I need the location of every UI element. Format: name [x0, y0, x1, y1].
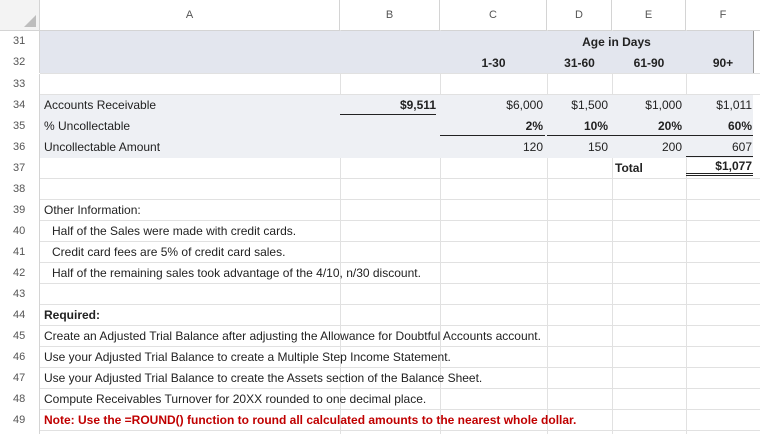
pct-31-60: 10% [547, 119, 612, 136]
amount-1-30: 120 [522, 140, 543, 154]
gridline [547, 30, 548, 434]
row-number[interactable]: 43 [0, 284, 40, 305]
column-header-bar: A B C D E F [0, 0, 760, 31]
required-line: Use your Adjusted Trial Balance to creat… [44, 350, 451, 364]
bucket-31-60: 31-60 [564, 56, 595, 70]
gridline [40, 262, 760, 263]
gridline [40, 73, 760, 74]
column-header-b[interactable]: B [340, 0, 440, 30]
rounding-note: Note: Use the =ROUND() function to round… [44, 413, 577, 427]
row-number[interactable]: 39 [0, 200, 40, 221]
receivable-61-90: $1,000 [645, 98, 682, 112]
row-number[interactable]: 36 [0, 137, 40, 158]
gridline [40, 409, 760, 410]
pct-90-plus: 60% [686, 119, 753, 136]
gridline [40, 178, 760, 179]
bucket-1-30: 1-30 [481, 56, 506, 70]
gridline [40, 304, 760, 305]
amount-61-90: 200 [661, 140, 682, 154]
receivable-total: $9,511 [340, 98, 436, 115]
uncollectable-pct-label: % Uncollectable [44, 119, 131, 133]
row-number[interactable]: 38 [0, 179, 40, 200]
other-info-line: Half of the remaining sales took advanta… [52, 266, 421, 280]
select-all-corner[interactable] [0, 0, 40, 30]
gridline [40, 346, 760, 347]
select-all-triangle-icon [24, 15, 36, 27]
row-number[interactable]: 48 [0, 389, 40, 410]
required-line: Compute Receivables Turnover for 20XX ro… [44, 392, 427, 406]
row-number[interactable]: 41 [0, 242, 40, 263]
row-number[interactable]: 34 [0, 95, 40, 116]
row-number[interactable]: 46 [0, 347, 40, 368]
gridline [40, 283, 760, 284]
gridline [686, 30, 687, 434]
row-number[interactable]: 31 [0, 31, 40, 52]
bucket-61-90: 61-90 [633, 56, 665, 70]
required-title: Required: [44, 308, 101, 322]
spreadsheet: A B C D E F 31 32 33 34 35 36 37 38 39 4… [0, 0, 760, 434]
other-info-line: Half of the Sales were made with credit … [52, 224, 297, 238]
row-number[interactable]: 37 [0, 158, 40, 179]
row-number[interactable]: 35 [0, 116, 40, 137]
gridline [40, 430, 760, 431]
receivable-label: Accounts Receivable [44, 98, 157, 112]
required-line: Create an Adjusted Trial Balance after a… [44, 329, 541, 343]
row-number[interactable]: 47 [0, 368, 40, 389]
column-header-d[interactable]: D [547, 0, 612, 30]
other-info-title: Other Information: [44, 203, 141, 217]
total-value: $1,077 [686, 159, 753, 176]
gridline [40, 199, 760, 200]
column-header-c[interactable]: C [440, 0, 547, 30]
age-in-days-title: Age in Days [582, 35, 651, 49]
amount-90-plus: 607 [686, 140, 753, 157]
row-number[interactable]: 32 [0, 52, 40, 73]
row-number[interactable]: 44 [0, 305, 40, 326]
pct-61-90: 20% [612, 119, 686, 136]
other-info-line: Credit card fees are 5% of credit card s… [52, 245, 286, 259]
gridline [40, 94, 760, 95]
gridline [40, 367, 760, 368]
row-number[interactable]: 40 [0, 221, 40, 242]
bucket-90-plus: 90+ [712, 56, 734, 70]
uncollectable-amount-label: Uncollectable Amount [44, 140, 161, 154]
row-number[interactable]: 33 [0, 74, 40, 95]
receivable-90-plus: $1,011 [716, 98, 752, 112]
receivable-31-60: $1,500 [571, 98, 608, 112]
pct-1-30: 2% [440, 119, 545, 136]
gridline [40, 220, 760, 221]
required-line: Use your Adjusted Trial Balance to creat… [44, 371, 483, 385]
column-header-e[interactable]: E [612, 0, 686, 30]
row-number[interactable]: 42 [0, 263, 40, 284]
row-number[interactable]: 45 [0, 326, 40, 347]
column-header-a[interactable]: A [40, 0, 340, 30]
amount-31-60: 150 [587, 140, 608, 154]
column-header-f[interactable]: F [686, 0, 760, 30]
gridline [612, 30, 613, 434]
gridline [40, 325, 760, 326]
row-number[interactable]: 49 [0, 410, 40, 434]
gridline [40, 388, 760, 389]
receivable-1-30: $6,000 [506, 98, 543, 112]
gridline [40, 241, 760, 242]
total-label: Total [615, 161, 643, 175]
